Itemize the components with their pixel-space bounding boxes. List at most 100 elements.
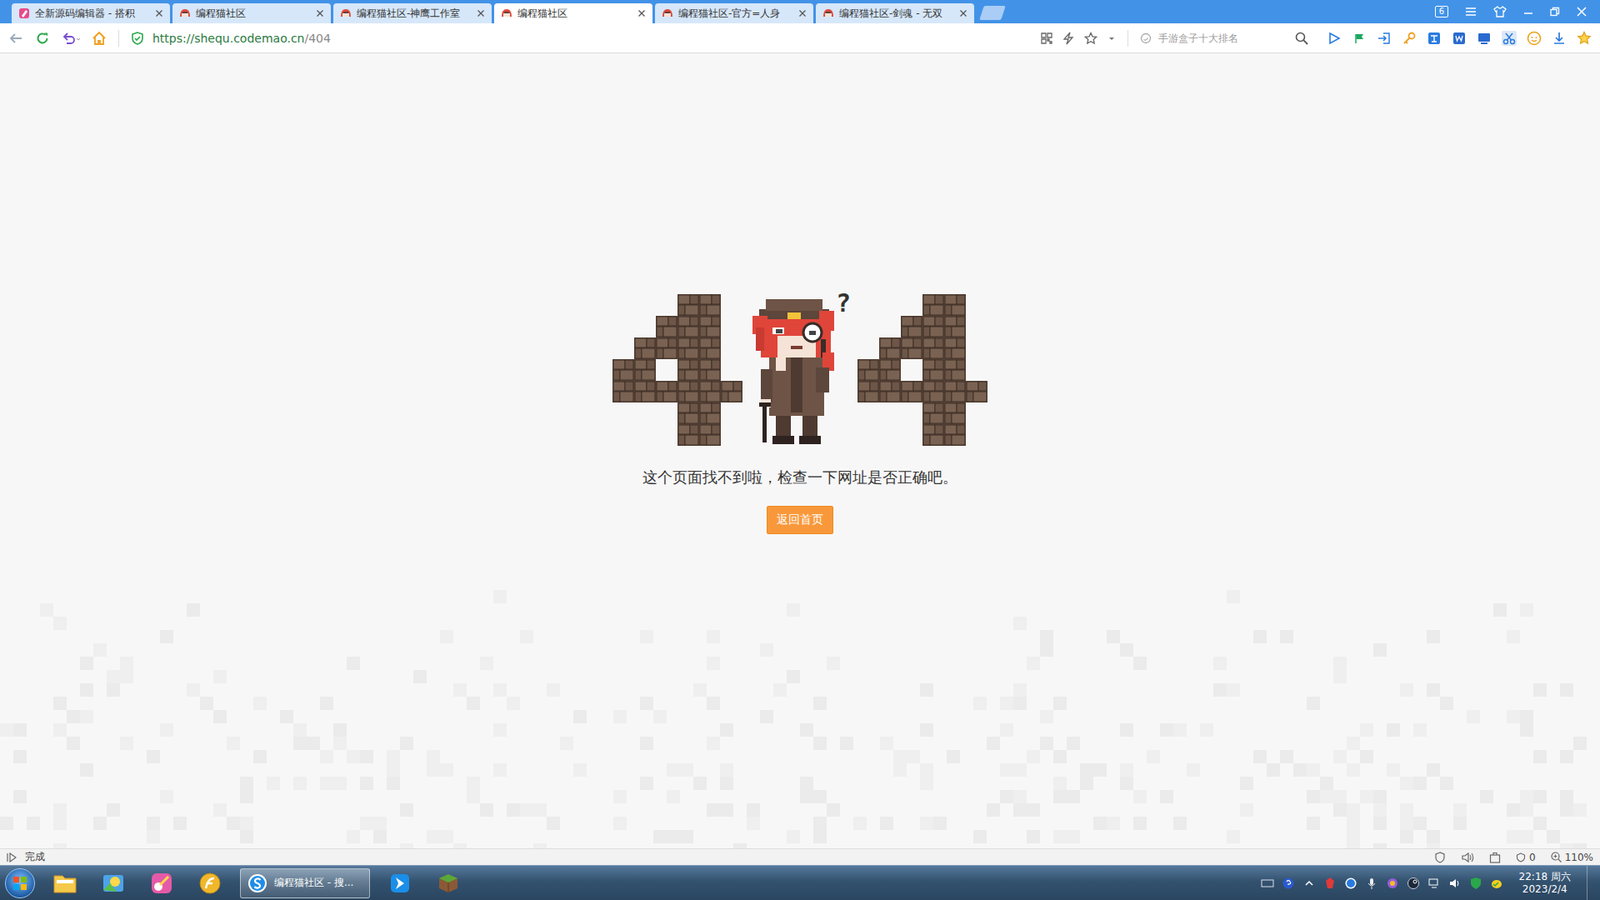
volume-icon[interactable]	[1448, 876, 1462, 890]
folder-icon	[52, 872, 78, 895]
back-arrow-icon[interactable]	[8, 30, 24, 46]
sidebar-toggle-icon[interactable]	[6, 852, 17, 863]
key-icon[interactable]	[1401, 30, 1417, 46]
flash-player-icon	[198, 871, 222, 895]
url-host: https://shequ.codemao.cn	[152, 31, 305, 45]
flag-icon[interactable]	[1351, 30, 1367, 46]
browser-tab[interactable]: 编程猫社区-神鹰工作室	[333, 3, 492, 24]
sogou-input-icon[interactable]	[1344, 876, 1358, 890]
search-box[interactable]	[1140, 31, 1315, 45]
screen-icon[interactable]	[1476, 30, 1492, 46]
ad-block-counter[interactable]: 0	[1515, 851, 1536, 864]
not-found-panel: ? 这个页面找不到啦，检查一下网址是否正确吧。 返回首页	[0, 53, 1600, 535]
messenger-pinned[interactable]	[381, 867, 419, 900]
browser-tab[interactable]: 编程猫社区-剑魂 - 无双	[815, 3, 975, 24]
dropdown-arrow-icon[interactable]	[1107, 34, 1116, 43]
refresh-icon[interactable]	[35, 30, 50, 46]
brick-four-left	[612, 294, 743, 446]
colorful-app-icon[interactable]	[1385, 876, 1400, 890]
expand-tray-icon[interactable]	[1302, 876, 1316, 890]
extensions-bar	[1326, 30, 1592, 46]
tab-count-badge[interactable]: 6	[1435, 5, 1449, 18]
qq-icon[interactable]	[1490, 876, 1504, 890]
security-icon[interactable]	[1469, 876, 1483, 890]
toolbar: https://shequ.codemao.cn/404	[0, 23, 1600, 54]
browser-tab[interactable]: 编程猫社区-官方=人身	[655, 3, 814, 24]
status-bar: 完成 0 110%	[0, 848, 1600, 865]
detective-cat-icon	[744, 294, 856, 446]
smiley-icon[interactable]	[1526, 30, 1542, 46]
taskbar-task[interactable]: 编程猫社区 - 搜...	[240, 868, 370, 899]
favorite-star-icon[interactable]	[1084, 31, 1098, 45]
codemao-favicon-icon	[661, 7, 674, 20]
editor-favicon-icon	[18, 7, 30, 20]
word-icon[interactable]	[1451, 30, 1467, 46]
draw-app-pinned[interactable]	[143, 867, 180, 900]
clock[interactable]: 22:18 周六2023/2/4	[1510, 870, 1580, 896]
close-tab-icon[interactable]	[798, 9, 807, 18]
menu-icon[interactable]	[1465, 5, 1477, 18]
download-manager-icon[interactable]	[1489, 851, 1501, 864]
zoom-control[interactable]: 110%	[1550, 851, 1594, 864]
address-bar[interactable]: https://shequ.codemao.cn/404	[130, 31, 1030, 45]
network-icon[interactable]	[1427, 876, 1441, 890]
back-home-button[interactable]: 返回首页	[766, 505, 834, 535]
url-path: /404	[305, 31, 331, 45]
browser-tab[interactable]: 全新源码编辑器 - 搭积	[11, 3, 170, 24]
antivirus-icon[interactable]	[1323, 876, 1337, 890]
help-icon[interactable]	[1281, 876, 1295, 890]
lightning-icon[interactable]	[1062, 31, 1075, 45]
close-tab-icon[interactable]	[959, 9, 968, 18]
page-content: ? 这个页面找不到啦，检查一下网址是否正确吧。 返回首页	[0, 53, 1600, 849]
search-magnifier-icon[interactable]	[1295, 31, 1309, 45]
start-button[interactable]	[5, 868, 35, 899]
home-icon[interactable]	[91, 30, 107, 46]
secure-shield-icon	[130, 31, 145, 45]
codemao-favicon-icon	[500, 7, 513, 20]
safety-shield-icon[interactable]	[1434, 851, 1446, 864]
undo-icon[interactable]	[61, 30, 80, 46]
skin-shirt-icon[interactable]	[1493, 5, 1507, 18]
browser-tab[interactable]: 编程猫社区	[172, 3, 331, 24]
flash-app-pinned[interactable]	[191, 867, 229, 900]
close-tab-icon[interactable]	[155, 9, 164, 18]
search-input[interactable]	[1156, 31, 1290, 45]
bookmark-star-icon[interactable]	[1576, 30, 1592, 46]
translate-icon[interactable]	[1426, 30, 1442, 46]
close-tab-icon[interactable]	[315, 9, 325, 18]
browser-tab[interactable]: 编程猫社区	[494, 3, 653, 24]
download-icon[interactable]	[1551, 30, 1567, 46]
steam-icon[interactable]	[1406, 876, 1420, 890]
close-tab-icon[interactable]	[637, 9, 646, 18]
codemao-favicon-icon	[179, 7, 191, 20]
minecraft-pinned[interactable]	[430, 867, 467, 900]
restore-icon[interactable]	[1550, 6, 1560, 17]
photo-app-pinned[interactable]	[95, 867, 132, 900]
scissors-icon[interactable]	[1501, 30, 1517, 46]
show-desktop-button[interactable]	[1586, 865, 1595, 900]
close-tab-icon[interactable]	[476, 9, 485, 18]
photo-viewer-icon	[101, 871, 125, 895]
keyboard-icon[interactable]	[1260, 876, 1275, 890]
sound-icon[interactable]	[1460, 851, 1475, 864]
zoom-icon	[1550, 851, 1562, 863]
mic-icon[interactable]	[1365, 876, 1379, 890]
minimize-icon[interactable]	[1523, 6, 1534, 17]
windows-logo-icon	[11, 875, 29, 892]
system-tray: 22:18 周六2023/2/4	[1260, 865, 1595, 900]
qr-code-icon[interactable]	[1040, 32, 1053, 45]
play-icon[interactable]	[1326, 30, 1342, 46]
tab-strip: 全新源码编辑器 - 搭积编程猫社区编程猫社区-神鹰工作室编程猫社区编程猫社区-官…	[11, 3, 977, 24]
detective-cat-figure: ?	[744, 294, 856, 446]
close-window-icon[interactable]	[1576, 6, 1587, 17]
explorer-pinned[interactable]	[46, 867, 84, 900]
login-icon[interactable]	[1376, 30, 1392, 46]
new-tab-button[interactable]	[979, 5, 1006, 20]
grass-block-icon	[436, 871, 460, 895]
search-engine-icon[interactable]	[1140, 32, 1152, 45]
ad-block-icon	[1515, 852, 1526, 863]
tab-label: 编程猫社区-剑魂 - 无双	[839, 6, 955, 21]
codemao-favicon-icon	[340, 7, 352, 20]
tab-bar: 全新源码编辑器 - 搭积编程猫社区编程猫社区-神鹰工作室编程猫社区编程猫社区-官…	[0, 0, 1600, 24]
tab-label: 全新源码编辑器 - 搭积	[35, 6, 150, 21]
